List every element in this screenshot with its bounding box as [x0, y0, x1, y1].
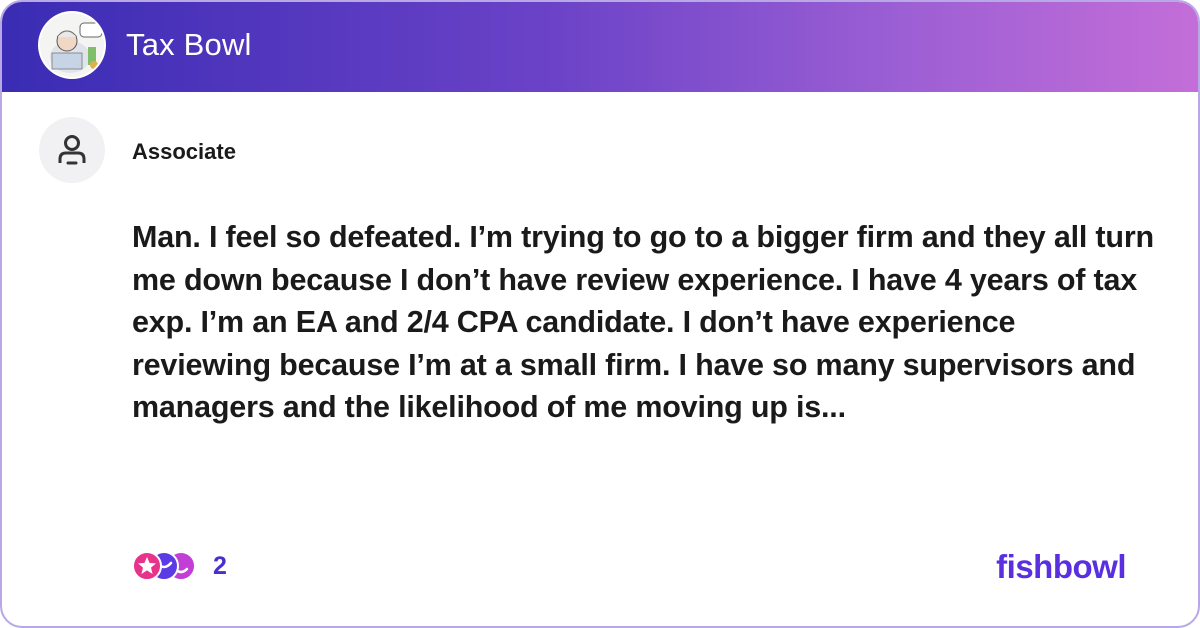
- person-icon: [58, 135, 86, 165]
- reaction-count[interactable]: 2: [213, 550, 227, 582]
- reaction-icons[interactable]: [131, 549, 201, 583]
- bowl-header: Tax Bowl: [2, 2, 1198, 92]
- fishbowl-logo[interactable]: fishbowl: [996, 545, 1126, 589]
- post-body[interactable]: Man. I feel so defeated. I’m trying to g…: [132, 216, 1162, 429]
- author-role: Associate: [132, 139, 236, 164]
- bowl-title[interactable]: Tax Bowl: [126, 24, 252, 66]
- author-avatar: [39, 117, 105, 183]
- bowl-avatar-illustration: [40, 13, 104, 77]
- post-card: Tax Bowl Associate Man. I feel so defeat…: [0, 0, 1200, 628]
- star-reaction-icon: [132, 551, 162, 581]
- bowl-avatar[interactable]: [38, 11, 106, 79]
